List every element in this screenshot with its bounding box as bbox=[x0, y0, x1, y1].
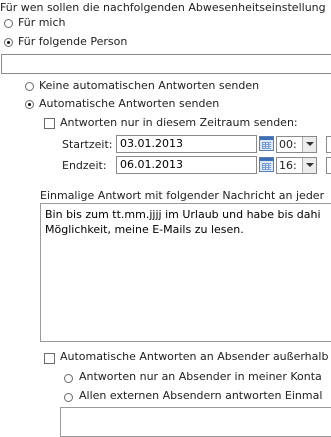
end-date-input[interactable]: 06.01.2013 bbox=[116, 156, 257, 174]
radio-all-external[interactable] bbox=[64, 393, 73, 402]
radio-send-replies-label: Automatische Antworten senden bbox=[39, 97, 220, 110]
chevron-down-icon bbox=[302, 158, 316, 173]
external-message-textarea[interactable] bbox=[60, 407, 331, 437]
period-checkbox[interactable] bbox=[44, 118, 55, 129]
end-hour-select[interactable]: 16: bbox=[276, 157, 317, 174]
start-time-label: Startzeit: bbox=[62, 138, 113, 151]
radio-contacts-only[interactable] bbox=[64, 374, 73, 383]
start-minute-select[interactable] bbox=[326, 136, 331, 153]
internal-message-textarea[interactable]: Bin bis zum tt.mm.jjjj im Urlaub und hab… bbox=[40, 203, 331, 342]
radio-for-me[interactable] bbox=[4, 19, 13, 28]
period-checkbox-label: Antworten nur in diesem Zeitraum senden: bbox=[60, 116, 298, 129]
internal-message-label: Einmalige Antwort mit folgender Nachrich… bbox=[40, 189, 325, 202]
radio-for-me-label: Für mich bbox=[18, 16, 66, 29]
end-hour-value: 16: bbox=[279, 159, 297, 172]
start-date-input[interactable]: 03.01.2013 bbox=[116, 135, 257, 153]
recipient-heading: Für wen sollen die nachfolgenden Abwesen… bbox=[0, 1, 326, 14]
person-input[interactable] bbox=[1, 54, 331, 74]
radio-send-replies[interactable] bbox=[25, 100, 34, 109]
radio-no-replies[interactable] bbox=[25, 82, 34, 91]
radio-for-person[interactable] bbox=[4, 38, 13, 47]
external-checkbox-label: Automatische Antworten an Absender außer… bbox=[60, 350, 329, 363]
end-minute-select[interactable] bbox=[326, 157, 331, 174]
start-hour-value: 00: bbox=[279, 138, 297, 151]
radio-all-external-label: Allen externen Absendern antworten Einma… bbox=[79, 389, 323, 402]
chevron-down-icon bbox=[302, 137, 316, 152]
end-time-label: Endzeit: bbox=[62, 159, 107, 172]
calendar-icon[interactable] bbox=[259, 136, 274, 151]
radio-for-person-label: Für folgende Person bbox=[18, 35, 128, 48]
start-hour-select[interactable]: 00: bbox=[276, 136, 317, 153]
calendar-icon[interactable] bbox=[259, 157, 274, 172]
external-checkbox[interactable] bbox=[44, 353, 55, 364]
radio-no-replies-label: Keine automatischen Antworten senden bbox=[39, 79, 260, 92]
radio-contacts-only-label: Antworten nur an Absender in meiner Kont… bbox=[79, 370, 322, 383]
